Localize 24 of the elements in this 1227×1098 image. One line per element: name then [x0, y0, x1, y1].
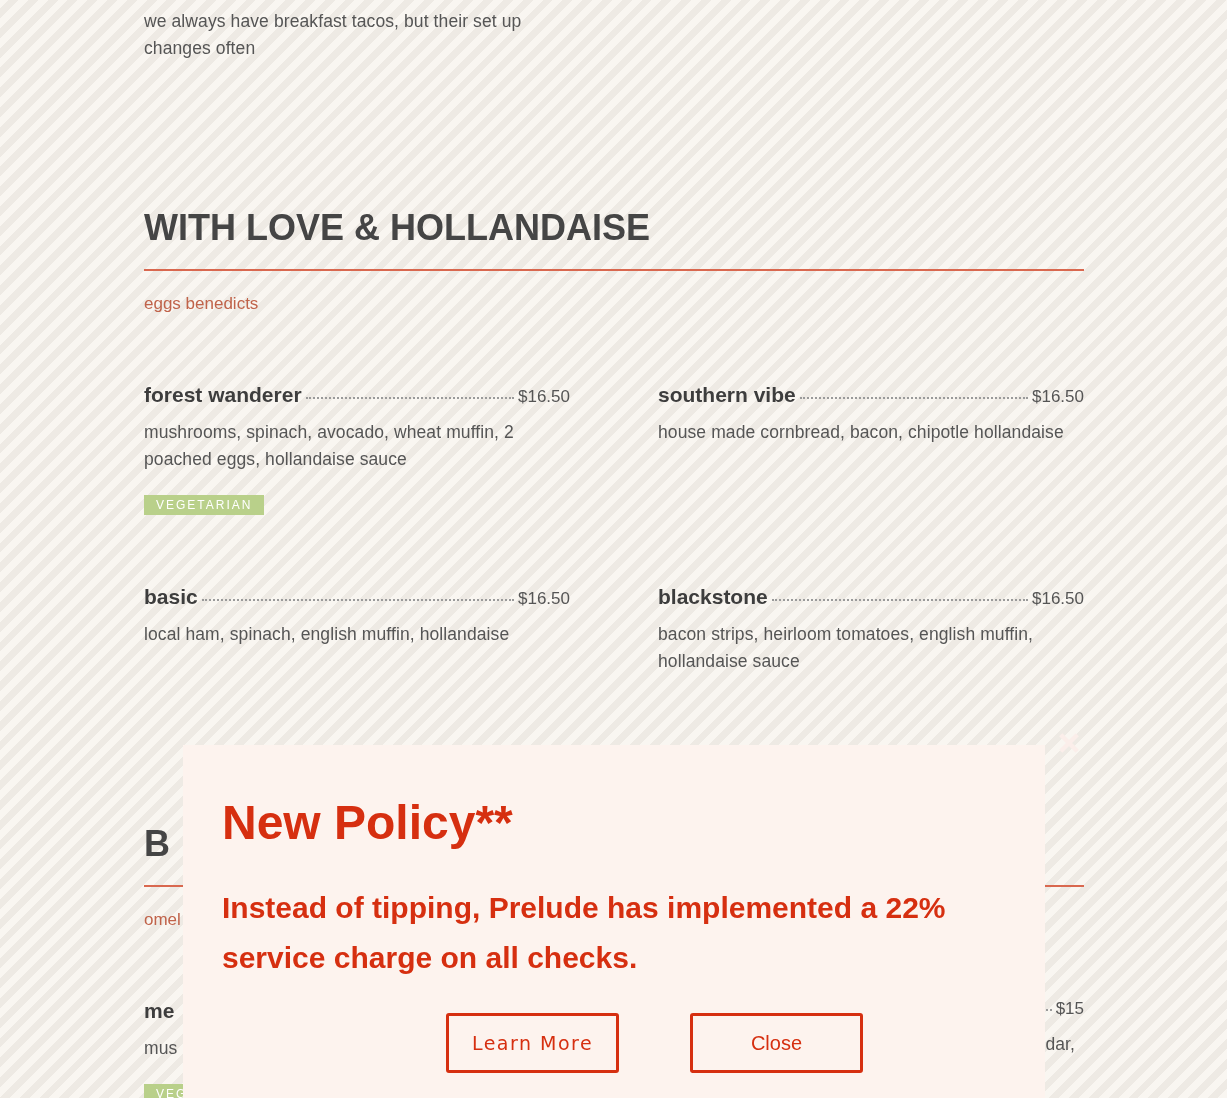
learn-more-button[interactable]: Learn More	[446, 1013, 619, 1073]
modal-message: Instead of tipping, Prelude has implemented a 22% service charge on all checks.	[222, 890, 947, 976]
section-subtitle: omel	[144, 909, 181, 931]
item-description: house made cornbread, bacon, chipotle hollandaise	[658, 421, 1064, 444]
section-subtitle: eggs benedicts	[144, 293, 259, 315]
diet-tag: VEGETARIAN	[144, 495, 265, 515]
item-price: $16.50	[518, 589, 570, 609]
section-heading: WITH LOVE & HOLLANDAISE	[144, 207, 1084, 271]
item-price: $16.50	[1032, 387, 1084, 407]
item-name: basic	[144, 585, 198, 609]
item-name: blackstone	[658, 585, 768, 609]
item-description: mushrooms, spinach, avocado, wheat muffin, 2 poached eggs, hollandaise sauce	[144, 421, 515, 471]
item-name: forest wanderer	[144, 383, 302, 407]
item-description: bacon strips, heirloom tomatoes, english muffin, hollandaise sauce	[658, 623, 1035, 673]
item-description: dar,	[1045, 1033, 1075, 1056]
item-description: local ham, spinach, english muffin, hollandaise	[144, 623, 510, 646]
item-price: $16.50	[518, 387, 570, 407]
item-price: $16.50	[1032, 589, 1084, 609]
close-button[interactable]: Close	[690, 1013, 863, 1073]
item-name: me	[144, 999, 175, 1023]
item-description: mus	[144, 1037, 178, 1060]
section-description: we always have breakfast tacos, but their set up changes often	[144, 10, 523, 60]
item-price: $15	[1055, 999, 1084, 1019]
item-name: southern vibe	[658, 383, 796, 407]
